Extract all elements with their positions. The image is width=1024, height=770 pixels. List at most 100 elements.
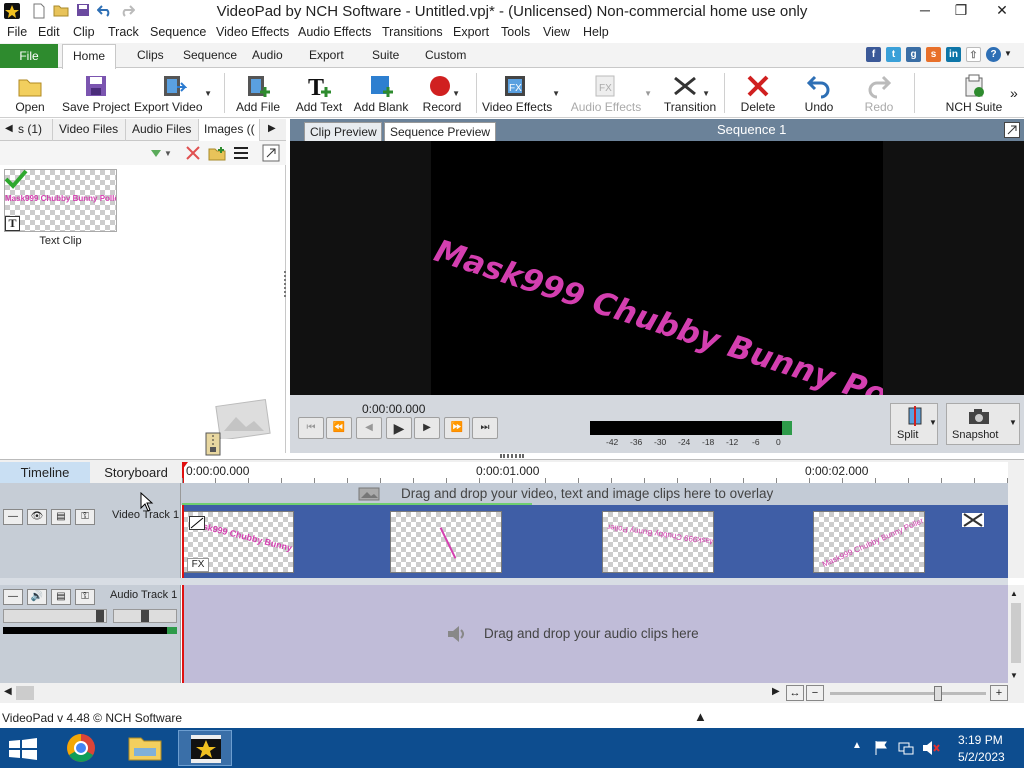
close-button[interactable]: ✕ <box>980 0 1024 22</box>
menu-file[interactable]: File <box>7 25 27 39</box>
audio-scrollbar[interactable]: ▲ ▼ <box>1008 585 1024 683</box>
delete-button[interactable]: Delete <box>734 69 782 117</box>
menu-view[interactable]: View <box>543 25 570 39</box>
collapse-track-button[interactable]: — <box>3 589 23 605</box>
volume-muted-icon[interactable] <box>922 740 940 759</box>
h-scroll-thumb[interactable] <box>16 686 34 700</box>
tab-storyboard[interactable]: Storyboard <box>92 462 180 484</box>
scroll-left-icon[interactable]: ◀ <box>4 686 12 697</box>
tab-home[interactable]: Home <box>62 44 116 69</box>
lock-icon[interactable]: ⚿ <box>75 509 95 525</box>
help-dropdown-icon[interactable]: ▼ <box>1004 49 1012 58</box>
export-video-button[interactable]: Export Video ▼ <box>134 69 214 117</box>
time-ruler[interactable]: 0:00:00.000 0:00:01.000 0:00:02.000 <box>182 462 1008 484</box>
transition-marker-icon[interactable] <box>962 513 984 527</box>
audio-effects-button[interactable]: FX Audio Effects ▼ <box>570 69 654 117</box>
expand-panel-icon[interactable]: ▲ <box>694 709 707 724</box>
prev-frame-button[interactable]: ⏪ <box>326 417 352 439</box>
facebook-icon[interactable]: f <box>866 47 881 62</box>
tab-audio-files[interactable]: Audio Files <box>132 122 191 136</box>
play-button[interactable]: ▶ <box>386 417 412 439</box>
tab-images[interactable]: Images (( <box>204 122 255 136</box>
list-view-icon[interactable] <box>232 144 250 162</box>
tab-audio[interactable]: Audio <box>252 48 283 62</box>
video-effects-dropdown-icon[interactable]: ▼ <box>552 89 560 98</box>
scroll-right-icon[interactable]: ▶ <box>268 123 276 134</box>
step-back-button[interactable]: ◀ <box>356 417 382 439</box>
add-file-button[interactable]: Add File <box>234 69 282 117</box>
tab-bin-all[interactable]: s (1) <box>18 122 42 136</box>
group-icon[interactable]: ▤ <box>51 589 71 605</box>
zoom-slider[interactable] <box>830 692 986 695</box>
record-button[interactable]: Record ▼ <box>416 69 468 117</box>
chrome-icon[interactable] <box>56 730 106 766</box>
lock-icon[interactable]: ⚿ <box>75 589 95 605</box>
menu-transitions[interactable]: Transitions <box>382 25 443 39</box>
snapshot-button[interactable]: Snapshot ▼ <box>946 403 1020 445</box>
videopad-taskbar-icon[interactable] <box>178 730 232 766</box>
open-button[interactable]: Open <box>4 69 56 117</box>
tab-custom[interactable]: Custom <box>425 48 466 62</box>
tab-clips[interactable]: Clips <box>137 48 164 62</box>
undo-button[interactable]: Undo <box>796 69 842 117</box>
horizontal-splitter-handle[interactable] <box>500 454 524 458</box>
video-track-body[interactable]: Mask999 Chubby Bunny Poller FX Mask999 C… <box>182 505 1008 578</box>
menu-tools[interactable]: Tools <box>501 25 530 39</box>
more-tools-icon[interactable]: » <box>1010 85 1018 101</box>
timeline-clip[interactable]: Mask999 Chubby Bunny Poller <box>602 511 714 573</box>
tab-export[interactable]: Export <box>309 48 344 62</box>
minimize-button[interactable]: ─ <box>908 0 942 22</box>
scroll-right-icon[interactable]: ▶ <box>772 686 780 697</box>
menu-audio-effects[interactable]: Audio Effects <box>298 25 371 39</box>
menu-edit[interactable]: Edit <box>38 25 60 39</box>
transition-button[interactable]: Transition ▼ <box>662 69 718 117</box>
menu-sequence[interactable]: Sequence <box>150 25 206 39</box>
step-forward-button[interactable]: ▶ <box>414 417 440 439</box>
volume-slider[interactable] <box>3 609 107 623</box>
scroll-up-icon[interactable]: ▲ <box>1010 589 1018 598</box>
file-explorer-icon[interactable] <box>120 730 170 766</box>
tab-sequence[interactable]: Sequence <box>183 48 237 62</box>
flag-icon[interactable] <box>874 740 890 759</box>
zoom-in-icon[interactable]: + <box>990 685 1008 701</box>
linkedin-icon[interactable]: in <box>946 47 961 62</box>
tab-suite[interactable]: Suite <box>372 48 399 62</box>
audio-track-body[interactable]: Drag and drop your audio clips here <box>182 585 1008 683</box>
remove-clip-icon[interactable] <box>184 144 202 162</box>
record-dropdown-icon[interactable]: ▼ <box>452 89 460 98</box>
tab-clip-preview[interactable]: Clip Preview <box>304 122 382 141</box>
tab-file[interactable]: File <box>0 44 58 68</box>
tray-expand-icon[interactable]: ▲ <box>852 740 862 751</box>
export-dropdown-icon[interactable]: ▼ <box>204 89 212 98</box>
menu-help[interactable]: Help <box>583 25 609 39</box>
share-icon[interactable]: ⇧ <box>966 47 981 62</box>
new-folder-icon[interactable] <box>208 144 226 162</box>
split-button[interactable]: Split ▼ <box>890 403 938 445</box>
audio-effects-dropdown-icon[interactable]: ▼ <box>644 89 652 98</box>
scroll-left-icon[interactable]: ◀ <box>5 123 13 134</box>
go-start-button[interactable]: ⏮ <box>298 417 324 439</box>
fx-badge[interactable]: FX <box>187 558 209 572</box>
scroll-down-icon[interactable]: ▼ <box>1010 671 1018 680</box>
undock-preview-icon[interactable] <box>1004 122 1020 138</box>
windows-start-icon[interactable] <box>8 738 38 763</box>
split-dropdown-icon[interactable]: ▼ <box>929 418 937 427</box>
restore-button[interactable]: ❐ <box>944 0 978 22</box>
save-project-button[interactable]: Save Project <box>60 69 132 117</box>
twitter-icon[interactable]: t <box>886 47 901 62</box>
nch-suite-button[interactable]: NCH Suite <box>944 69 1004 117</box>
snapshot-dropdown-icon[interactable]: ▼ <box>1009 418 1017 427</box>
pan-slider[interactable] <box>113 609 177 623</box>
eye-icon[interactable]: 👁 <box>27 509 47 525</box>
network-icon[interactable] <box>898 740 914 759</box>
track-splitter[interactable] <box>0 578 1008 585</box>
go-end-button[interactable]: ⏭ <box>472 417 498 439</box>
tab-sequence-preview[interactable]: Sequence Preview <box>384 122 496 141</box>
transition-dropdown-icon[interactable]: ▼ <box>702 89 710 98</box>
zoom-out-icon[interactable]: − <box>806 685 824 701</box>
timeline-clip[interactable] <box>390 511 502 573</box>
group-icon[interactable]: ▤ <box>51 509 71 525</box>
help-icon[interactable]: ? <box>986 47 1001 62</box>
video-scrollbar[interactable] <box>1008 483 1024 578</box>
scroll-thumb[interactable] <box>1011 603 1021 663</box>
